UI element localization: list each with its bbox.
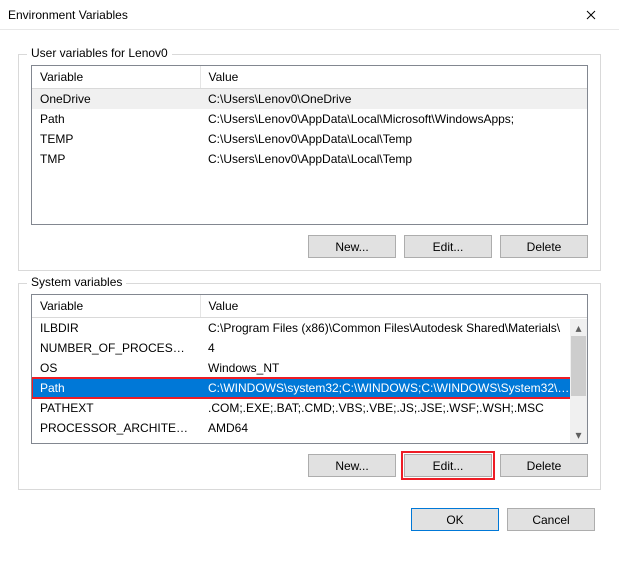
titlebar: Environment Variables [0,0,619,30]
user-cell-variable: TMP [32,149,200,169]
system-cell-value: C:\WINDOWS\system32;C:\WINDOWS;C:\WINDOW… [200,378,587,398]
system-row[interactable]: PROCESSOR_ARCHITECTUREAMD64 [32,418,587,438]
scroll-track[interactable] [570,336,587,426]
system-row[interactable]: NUMBER_OF_PROCESSORS4 [32,338,587,358]
system-row[interactable]: PATHEXT.COM;.EXE;.BAT;.CMD;.VBS;.VBE;.JS… [32,398,587,418]
system-cell-value: AMD64 [200,418,587,438]
user-row[interactable]: TMPC:\Users\Lenov0\AppData\Local\Temp [32,149,587,169]
user-col-variable[interactable]: Variable [32,66,200,89]
system-button-row: New... Edit... Delete [31,454,588,477]
user-cell-value: C:\Users\Lenov0\AppData\Local\Temp [200,129,587,149]
system-scrollbar[interactable]: ▴ ▾ [570,319,587,443]
user-row[interactable]: TEMPC:\Users\Lenov0\AppData\Local\Temp [32,129,587,149]
system-row[interactable]: ILBDIRC:\Program Files (x86)\Common File… [32,318,587,339]
user-cell-variable: TEMP [32,129,200,149]
system-cell-value: Intel64 Family 6 Model 61 Stepping 4, Ge… [200,438,587,444]
system-cell-variable: NUMBER_OF_PROCESSORS [32,338,200,358]
system-new-button[interactable]: New... [308,454,396,477]
system-cell-value: .COM;.EXE;.BAT;.CMD;.VBS;.VBE;.JS;.JSE;.… [200,398,587,418]
user-delete-button[interactable]: Delete [500,235,588,258]
user-variables-table[interactable]: Variable Value OneDriveC:\Users\Lenov0\O… [31,65,588,225]
system-variables-table[interactable]: Variable Value ILBDIRC:\Program Files (x… [31,294,588,444]
close-icon [586,10,596,20]
system-col-value[interactable]: Value [200,295,587,318]
system-cell-variable: PROCESSOR_IDENTIFIER [32,438,200,444]
dialog-content: User variables for Lenov0 Variable Value… [0,30,619,547]
system-cell-variable: OS [32,358,200,378]
user-variables-group: User variables for Lenov0 Variable Value… [18,54,601,271]
cancel-button[interactable]: Cancel [507,508,595,531]
user-edit-button[interactable]: Edit... [404,235,492,258]
system-variables-group: System variables Variable Value ILBDIRC:… [18,283,601,490]
user-cell-value: C:\Users\Lenov0\AppData\Local\Temp [200,149,587,169]
scroll-down-icon[interactable]: ▾ [570,426,587,443]
system-row[interactable]: PROCESSOR_IDENTIFIERIntel64 Family 6 Mod… [32,438,587,444]
user-cell-variable: Path [32,109,200,129]
ok-button[interactable]: OK [411,508,499,531]
scroll-up-icon[interactable]: ▴ [570,319,587,336]
user-new-button[interactable]: New... [308,235,396,258]
system-cell-value: Windows_NT [200,358,587,378]
user-col-value[interactable]: Value [200,66,587,89]
system-cell-value: C:\Program Files (x86)\Common Files\Auto… [200,318,587,339]
system-row[interactable]: OSWindows_NT [32,358,587,378]
user-group-label: User variables for Lenov0 [27,46,172,60]
system-cell-value: 4 [200,338,587,358]
close-button[interactable] [571,0,611,30]
system-cell-variable: PATHEXT [32,398,200,418]
system-col-variable[interactable]: Variable [32,295,200,318]
user-cell-variable: OneDrive [32,89,200,110]
dialog-footer: OK Cancel [18,508,601,531]
system-delete-button[interactable]: Delete [500,454,588,477]
user-cell-value: C:\Users\Lenov0\OneDrive [200,89,587,110]
user-cell-value: C:\Users\Lenov0\AppData\Local\Microsoft\… [200,109,587,129]
system-cell-variable: PROCESSOR_ARCHITECTURE [32,418,200,438]
system-group-label: System variables [27,275,126,289]
user-row[interactable]: OneDriveC:\Users\Lenov0\OneDrive [32,89,587,110]
scroll-thumb[interactable] [571,336,586,396]
system-edit-button[interactable]: Edit... [404,454,492,477]
system-cell-variable: Path [32,378,200,398]
system-cell-variable: ILBDIR [32,318,200,339]
user-row[interactable]: PathC:\Users\Lenov0\AppData\Local\Micros… [32,109,587,129]
system-row[interactable]: PathC:\WINDOWS\system32;C:\WINDOWS;C:\WI… [32,378,587,398]
window-title: Environment Variables [8,8,571,22]
user-button-row: New... Edit... Delete [31,235,588,258]
